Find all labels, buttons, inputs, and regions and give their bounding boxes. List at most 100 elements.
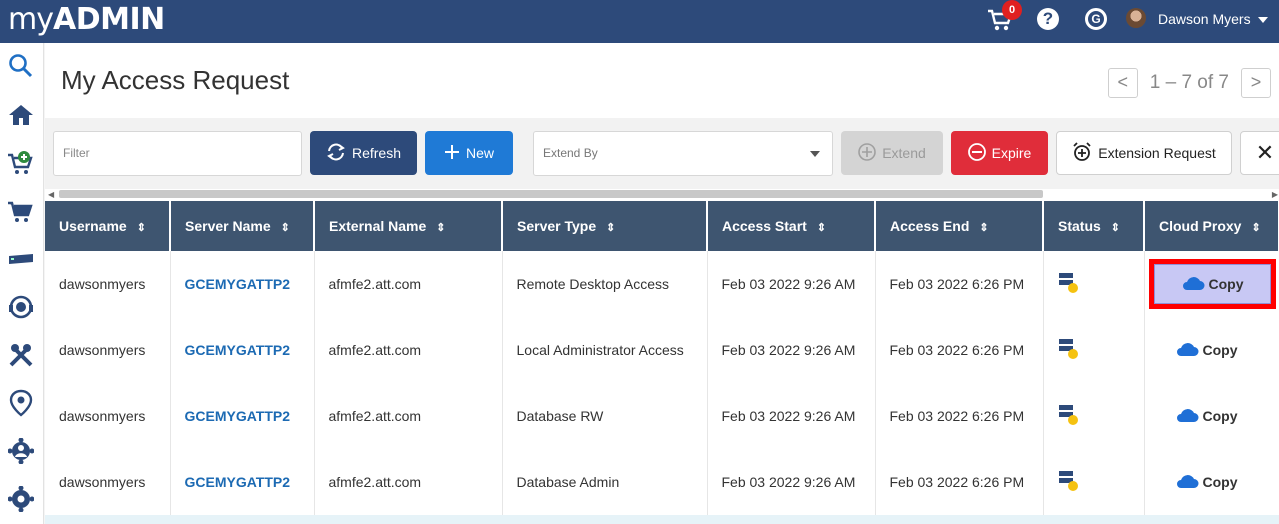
copy-proxy-button[interactable]: Copy: [1159, 398, 1251, 435]
copy-proxy-button[interactable]: Copy: [1153, 264, 1271, 304]
refresh-button[interactable]: Refresh: [310, 131, 417, 175]
copy-label: Copy: [1202, 408, 1238, 424]
column-header-server-type[interactable]: Server Type ⇕: [502, 201, 708, 251]
support-agent-icon[interactable]: [6, 292, 36, 322]
expire-button[interactable]: Expire: [951, 131, 1048, 175]
column-header-access-end[interactable]: Access End ⇕: [875, 201, 1044, 251]
cell-cloud-proxy: Copy: [1144, 251, 1279, 317]
cell-username: dawsonmyers: [45, 251, 171, 317]
cell-cloud-proxy: Copy: [1144, 317, 1279, 383]
avatar[interactable]: [1126, 8, 1146, 28]
cell-access-end: Feb 03 2022 6:26 PM: [875, 449, 1044, 515]
column-header-external-name[interactable]: External Name ⇕: [314, 201, 503, 251]
cell-access-end: Feb 03 2022 6:26 PM: [875, 317, 1044, 383]
home-icon[interactable]: [6, 100, 36, 130]
sort-icon[interactable]: ⇕: [1251, 221, 1260, 234]
cell-external-name: afmfe2.att.com: [314, 317, 503, 383]
cart-icon[interactable]: [6, 196, 36, 226]
location-icon[interactable]: [6, 388, 36, 418]
table-row[interactable]: dawsonmyers GCEMYGATTP2 afmfe2.att.com R…: [45, 251, 1279, 317]
column-header-status[interactable]: Status ⇕: [1043, 201, 1145, 251]
scroll-right-icon[interactable]: ▶: [1272, 190, 1278, 199]
server-pending-icon: [1058, 470, 1080, 496]
cell-server-type: Local Administrator Access: [502, 317, 708, 383]
cell-cloud-proxy: Copy: [1144, 383, 1279, 449]
server-name-link[interactable]: GCEMYGATTP2: [170, 317, 315, 383]
refresh-label: Refresh: [351, 145, 402, 161]
extend-button[interactable]: Extend: [841, 131, 943, 175]
extension-request-label: Extension Request: [1098, 145, 1216, 161]
column-header-username[interactable]: Username ⇕: [45, 201, 171, 251]
user-name[interactable]: Dawson Myers: [1158, 11, 1251, 27]
table-row[interactable]: dawsonmyers GCEMYGATTP2 afmfe2.att.com L…: [45, 317, 1279, 383]
sort-icon[interactable]: ⇕: [436, 221, 445, 234]
scroll-thumb[interactable]: [59, 190, 1043, 198]
sort-icon[interactable]: ⇕: [606, 221, 615, 234]
scroll-left-icon[interactable]: ◀: [48, 190, 54, 199]
settings-gear-icon[interactable]: [6, 484, 36, 514]
server-icon[interactable]: [6, 244, 36, 274]
close-button[interactable]: ✕: [1240, 131, 1279, 175]
copy-proxy-button[interactable]: Copy: [1159, 464, 1251, 501]
column-header-cloud-proxy[interactable]: Cloud Proxy ⇕: [1144, 201, 1279, 251]
help-icon[interactable]: ?: [1037, 8, 1059, 30]
chevron-down-icon: [810, 151, 820, 157]
server-name-link[interactable]: GCEMYGATTP2: [170, 449, 315, 515]
search-icon[interactable]: [6, 51, 36, 81]
horizontal-scrollbar[interactable]: ◀ ▶: [45, 189, 1279, 199]
cell-username: dawsonmyers: [45, 317, 171, 383]
cell-status: [1043, 317, 1145, 383]
pager: < 1 – 7 of 7 >: [1107, 68, 1271, 98]
toolbar: Filter Refresh New Extend By Extend Expi…: [45, 118, 1279, 190]
table-row[interactable]: [45, 515, 1279, 524]
cell-external-name: afmfe2.att.com: [314, 383, 503, 449]
cart-add-icon[interactable]: [6, 148, 36, 178]
column-header-server-name[interactable]: Server Name ⇕: [170, 201, 315, 251]
cloud-icon: [1181, 275, 1205, 294]
extension-request-button[interactable]: Extension Request: [1056, 131, 1232, 175]
sort-icon[interactable]: ⇕: [979, 221, 988, 234]
cloud-icon: [1175, 341, 1199, 360]
column-header-access-start[interactable]: Access Start ⇕: [707, 201, 876, 251]
filter-input[interactable]: Filter: [53, 131, 302, 176]
sort-icon[interactable]: ⇕: [137, 221, 146, 234]
sort-icon[interactable]: ⇕: [1111, 221, 1120, 234]
copy-proxy-button[interactable]: Copy: [1159, 332, 1251, 369]
extend-by-select[interactable]: Extend By: [533, 131, 833, 176]
server-name-link[interactable]: GCEMYGATTP2: [170, 251, 315, 317]
myadmin-logo[interactable]: myADMIN: [8, 2, 165, 37]
sort-icon[interactable]: ⇕: [281, 221, 290, 234]
server-name-link[interactable]: GCEMYGATTP2: [170, 383, 315, 449]
chevron-down-icon[interactable]: [1258, 17, 1268, 23]
server-pending-icon: [1058, 404, 1080, 430]
cell-username: dawsonmyers: [45, 449, 171, 515]
plus-icon: [444, 144, 460, 163]
access-request-table: Username ⇕ Server Name ⇕ External Name ⇕ Se…: [45, 201, 1279, 515]
new-label: New: [465, 145, 494, 161]
prev-page-button[interactable]: <: [1107, 68, 1138, 98]
cell-external-name: afmfe2.att.com: [314, 449, 503, 515]
g-account-icon[interactable]: G: [1085, 8, 1107, 30]
cell-access-start: Feb 03 2022 9:26 AM: [707, 383, 876, 449]
cloud-icon: [1175, 473, 1199, 492]
cell-server-type: Database RW: [502, 383, 708, 449]
cart-count-badge: 0: [1002, 0, 1022, 20]
cell-access-start: Feb 03 2022 9:26 AM: [707, 251, 876, 317]
cell-username: dawsonmyers: [45, 383, 171, 449]
extend-by-placeholder: Extend By: [543, 146, 598, 160]
new-button[interactable]: New: [425, 131, 513, 175]
group-gear-icon[interactable]: [6, 436, 36, 466]
page-range: 1 – 7 of 7: [1149, 72, 1229, 93]
expire-label: Expire: [991, 145, 1032, 161]
page-title: My Access Request: [61, 65, 290, 95]
table-row[interactable]: dawsonmyers GCEMYGATTP2 afmfe2.att.com D…: [45, 383, 1279, 449]
tools-icon[interactable]: [6, 340, 36, 370]
next-page-button[interactable]: >: [1241, 68, 1271, 98]
top-bar: myADMIN 0 ? G Dawson Myers: [0, 0, 1279, 43]
sort-icon[interactable]: ⇕: [817, 221, 826, 234]
extend-label: Extend: [882, 145, 926, 161]
plus-circle-icon: [858, 142, 877, 164]
server-pending-icon: [1058, 338, 1080, 364]
table-row[interactable]: dawsonmyers GCEMYGATTP2 afmfe2.att.com D…: [45, 449, 1279, 515]
copy-label: Copy: [1202, 474, 1238, 490]
